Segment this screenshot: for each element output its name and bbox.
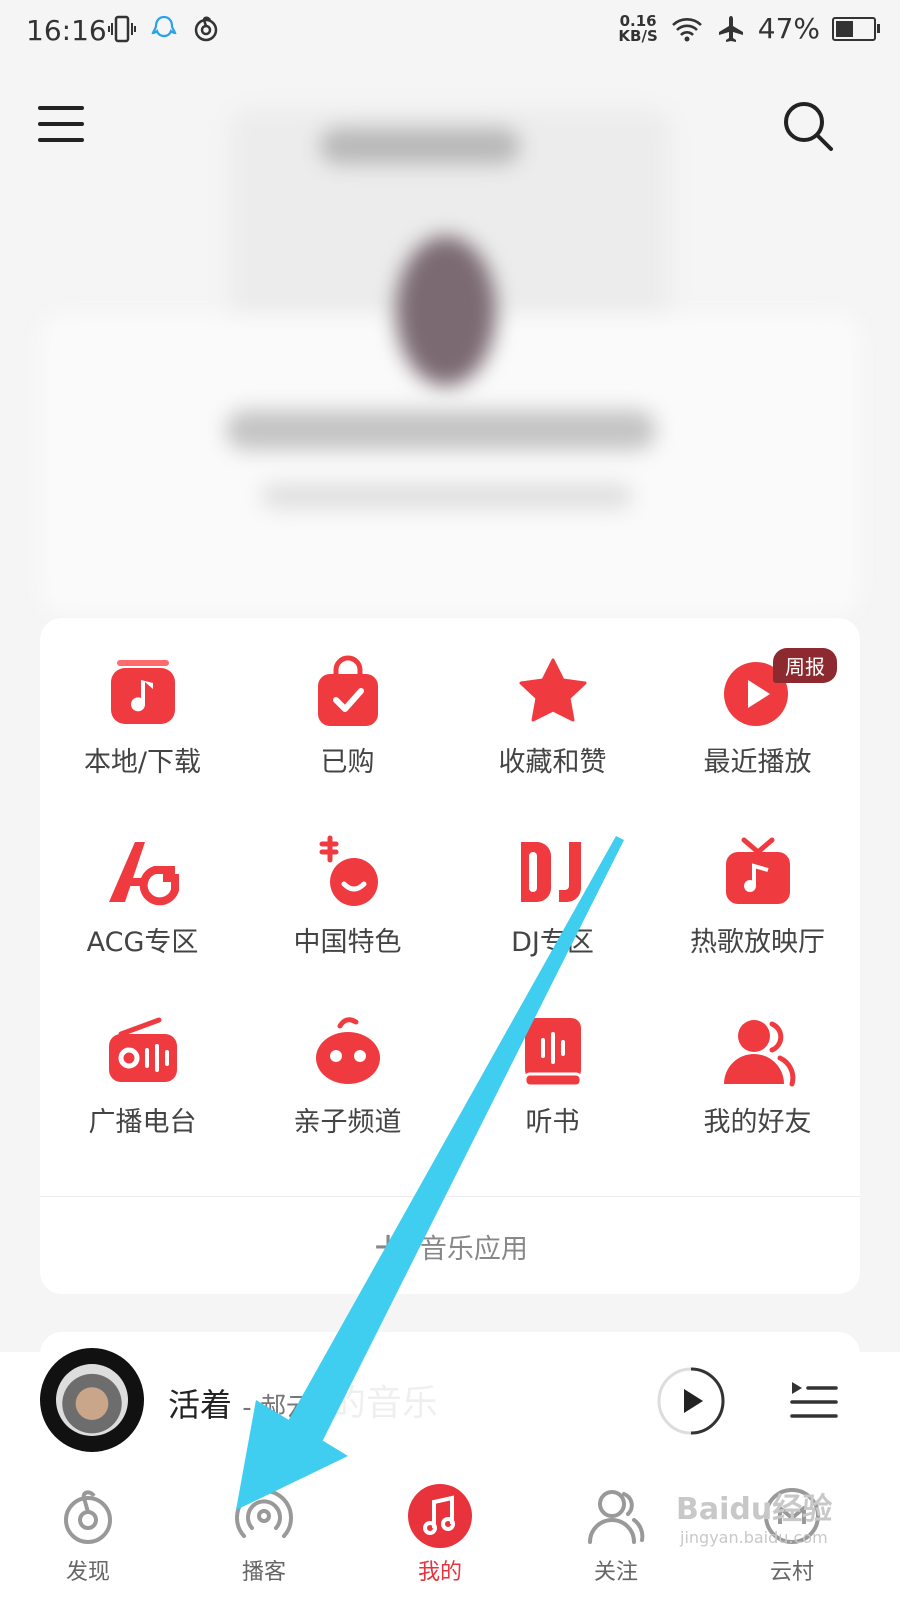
battery-icon <box>832 16 880 41</box>
app-local-download[interactable]: 本地/下载 <box>40 654 245 834</box>
app-label: 已购 <box>320 747 375 778</box>
tab-label: 播客 <box>241 1560 286 1585</box>
app-label: 本地/下载 <box>83 747 202 778</box>
battery-percent: 47% <box>757 12 820 45</box>
album-cover[interactable] <box>40 1348 144 1452</box>
app-acg[interactable]: ACG专区 <box>40 834 245 1014</box>
playlist-icon[interactable] <box>790 1378 838 1422</box>
star-icon <box>519 658 586 722</box>
music-apps-grid: 本地/下载 已购 收藏和赞 周报 最近播放 ACG专区 中国特色 DJ专区 热歌… <box>40 648 860 1194</box>
app-dj[interactable]: DJ专区 <box>450 834 655 1014</box>
app-purchased[interactable]: 已购 <box>245 654 450 834</box>
baidu-watermark-url: jingyan.baidu.com <box>680 1528 828 1547</box>
app-hit-songs-theater[interactable]: 热歌放映厅 <box>655 834 860 1014</box>
profile-nickname-blurred <box>320 128 520 164</box>
app-label: DJ专区 <box>511 927 594 958</box>
app-kids-channel[interactable]: 亲子频道 <box>245 1014 450 1194</box>
app-favorites[interactable]: 收藏和赞 <box>450 654 655 834</box>
tab-label: 关注 <box>593 1560 638 1585</box>
weekly-report-badge: 周报 <box>773 648 837 683</box>
vibrate-icon <box>108 15 136 43</box>
app-label: ACG专区 <box>86 927 199 958</box>
tab-podcast[interactable]: 播客 <box>204 1462 324 1600</box>
app-label: 热歌放映厅 <box>690 927 825 958</box>
mini-player[interactable]: 的音乐 活着 - 郝云 <box>0 1348 900 1462</box>
netease-music-icon <box>194 16 218 42</box>
add-music-app-button[interactable]: + 音乐应用 <box>40 1214 860 1278</box>
tv-icon <box>725 837 790 904</box>
airplane-mode-icon <box>718 15 743 42</box>
song-artist: - 郝云 <box>242 1393 312 1423</box>
play-icon[interactable] <box>656 1366 726 1436</box>
app-label: 最近播放 <box>703 747 812 778</box>
my-music-icon <box>408 1484 472 1548</box>
kid-face-icon <box>315 1017 380 1084</box>
baidu-watermark: Baidu经验 <box>676 1492 833 1527</box>
now-playing-info[interactable]: 活着 - 郝云 <box>168 1380 312 1426</box>
background-section-title: 的音乐 <box>330 1383 439 1424</box>
avatar[interactable] <box>396 236 496 386</box>
podcast-icon <box>235 1488 293 1538</box>
song-title: 活着 <box>168 1386 233 1424</box>
tab-label: 我的 <box>417 1560 462 1585</box>
tab-discover[interactable]: 发现 <box>28 1462 148 1600</box>
tab-label: 云村 <box>769 1560 814 1585</box>
dj-icon <box>520 842 581 902</box>
status-bar: 16:16 0.16 KB/S 47% <box>0 0 900 64</box>
purchased-bag-icon <box>317 655 378 726</box>
app-chinese-style[interactable]: 中国特色 <box>245 834 450 1014</box>
app-label: 听书 <box>525 1107 580 1138</box>
radio-icon <box>108 1017 177 1082</box>
app-label: 我的好友 <box>703 1107 812 1138</box>
audiobook-icon <box>523 1018 582 1088</box>
app-label: 广播电台 <box>88 1107 197 1138</box>
app-label: 中国特色 <box>293 927 402 958</box>
network-speed: 0.16 KB/S <box>618 13 658 45</box>
plus-icon: + <box>372 1224 404 1268</box>
qq-icon <box>151 15 177 38</box>
app-audiobook[interactable]: 听书 <box>450 1014 655 1194</box>
tab-label: 发现 <box>65 1560 110 1585</box>
add-music-app-label: 音乐应用 <box>419 1233 528 1265</box>
network-speed-unit: KB/S <box>618 26 658 45</box>
app-label: 收藏和赞 <box>498 747 607 778</box>
tab-my-music[interactable]: 我的 <box>380 1462 500 1600</box>
app-radio[interactable]: 广播电台 <box>40 1014 245 1194</box>
friends-icon <box>723 1020 795 1087</box>
divider <box>40 1196 860 1197</box>
pipa-icon <box>319 835 378 906</box>
wifi-icon <box>671 17 702 41</box>
discover-icon <box>64 1490 112 1544</box>
app-my-friends[interactable]: 我的好友 <box>655 1014 860 1194</box>
app-label: 亲子频道 <box>293 1107 402 1138</box>
music-apps-card: 本地/下载 已购 收藏和赞 周报 最近播放 ACG专区 中国特色 DJ专区 热歌… <box>40 618 860 1294</box>
status-time: 16:16 <box>26 14 107 47</box>
profile-stats-blurred <box>262 484 632 508</box>
follow-icon <box>588 1490 645 1544</box>
app-recent-play[interactable]: 周报 最近播放 <box>655 648 860 834</box>
profile-info-blurred <box>226 410 656 450</box>
profile-header[interactable] <box>0 64 900 614</box>
acg-icon <box>108 842 179 906</box>
tab-follow[interactable]: 关注 <box>556 1462 676 1600</box>
local-download-icon <box>110 660 175 724</box>
